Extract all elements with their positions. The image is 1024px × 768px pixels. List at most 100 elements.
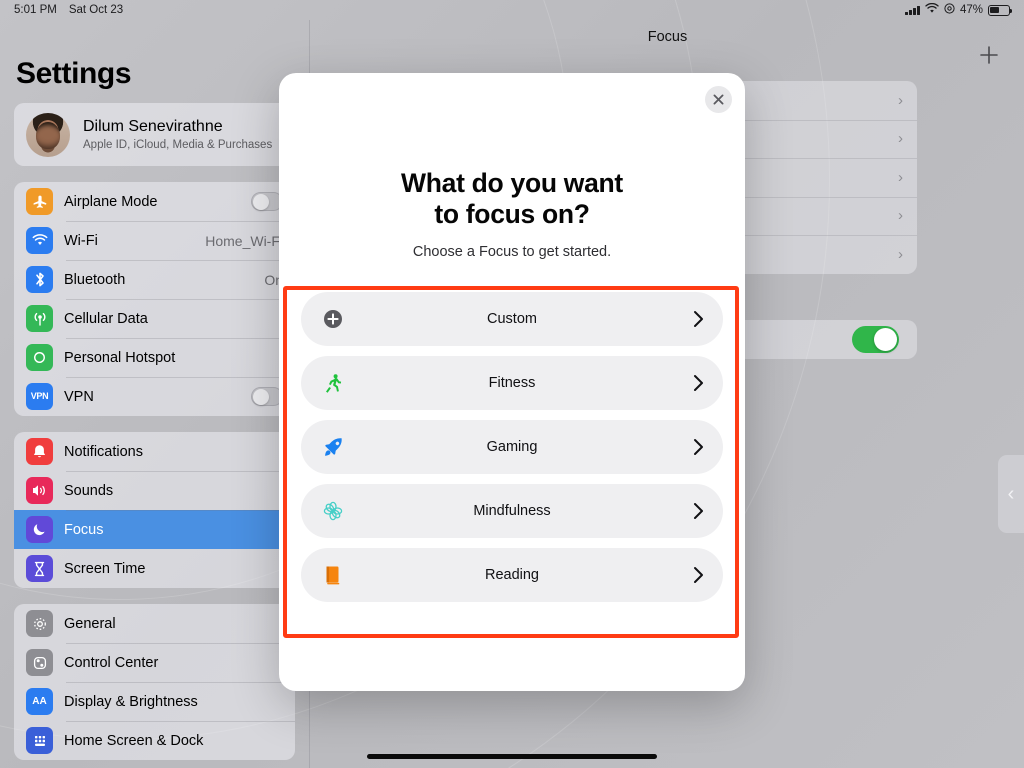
- status-time: 5:01 PM: [14, 4, 57, 16]
- personal-hotspot-icon: [26, 344, 53, 371]
- battery-icon: [988, 4, 1013, 16]
- sidebar-item-vpn[interactable]: VPN VPN: [14, 377, 295, 416]
- sidebar-item-focus[interactable]: Focus: [14, 510, 295, 549]
- airplane-icon: [26, 188, 53, 215]
- focus-option-gaming[interactable]: Gaming: [301, 420, 723, 475]
- vpn-icon: VPN: [26, 383, 53, 410]
- rotation-lock-icon: [944, 3, 955, 17]
- sidebar-item-general[interactable]: General: [14, 604, 295, 643]
- sidebar-item-cellular-data[interactable]: Cellular Data: [14, 299, 295, 338]
- page-title: Settings: [16, 57, 132, 90]
- wifi-icon: [925, 2, 939, 17]
- sidebar-item-home-screen-dock[interactable]: Home Screen & Dock: [14, 721, 295, 760]
- book-icon: [320, 562, 346, 588]
- focus-option-custom[interactable]: Custom: [301, 292, 723, 347]
- chevron-right-icon: [693, 502, 704, 520]
- home-indicator[interactable]: [367, 754, 657, 759]
- mindfulness-flower-icon: [320, 498, 346, 524]
- sidebar-item-label: Cellular Data: [64, 310, 148, 327]
- sidebar-item-label: Sounds: [64, 482, 114, 499]
- share-across-devices-toggle[interactable]: [852, 325, 899, 353]
- focus-option-mindfulness[interactable]: Mindfulness: [301, 484, 723, 539]
- sidebar-item-bluetooth[interactable]: Bluetooth On: [14, 260, 295, 299]
- modal-heading: What do you want to focus on?: [323, 168, 701, 229]
- chevron-right-icon: [693, 310, 704, 328]
- avatar: [26, 112, 70, 157]
- sidebar-item-label: Home Screen & Dock: [64, 732, 204, 749]
- modal-heading-line-2: to focus on?: [434, 198, 590, 229]
- detail-title: Focus: [647, 29, 688, 45]
- chevron-right-icon: ›: [898, 91, 903, 109]
- focus-option-label: Mindfulness: [473, 503, 551, 520]
- sidebar-item-control-center[interactable]: Control Center: [14, 643, 295, 682]
- focus-option-list: Custom Fitness Gaming Mindfulness Readin…: [301, 292, 723, 603]
- chevron-right-icon: [693, 566, 704, 584]
- wifi-value: Home_Wi-Fi: [205, 232, 283, 249]
- account-group: Dilum Senevirathne Apple ID, iCloud, Med…: [14, 103, 295, 166]
- sidebar-item-label: Display & Brightness: [64, 693, 198, 710]
- focus-option-label: Custom: [487, 311, 537, 328]
- sidebar-item-label: Personal Hotspot: [64, 349, 176, 366]
- chevron-right-icon: ›: [898, 168, 903, 186]
- focus-option-label: Gaming: [486, 439, 538, 456]
- sidebar-item-label: Airplane Mode: [64, 193, 158, 210]
- sidebar-item-label: Focus: [64, 521, 104, 538]
- general-gear-icon: [26, 610, 53, 637]
- battery-percent-label: 47%: [959, 4, 983, 16]
- notifications-group: Notifications Sounds Focus Screen Time: [14, 432, 295, 588]
- status-bar-left: 5:01 PM Sat Oct 23: [14, 4, 123, 16]
- settings-sidebar[interactable]: Settings Dilum Senevirathne Apple ID, iC…: [0, 20, 310, 768]
- notifications-bell-icon: [26, 438, 53, 465]
- sidebar-item-label: General: [64, 615, 116, 632]
- focus-setup-modal: What do you want to focus on? Choose a F…: [279, 73, 745, 691]
- sidebar-item-label: Bluetooth: [64, 271, 126, 288]
- sidebar-item-screen-time[interactable]: Screen Time: [14, 549, 295, 588]
- account-name: Dilum Senevirathne: [83, 118, 223, 135]
- modal-heading-line-1: What do you want: [401, 168, 623, 198]
- display-brightness-icon: AA: [26, 688, 53, 715]
- sidebar-item-label: VPN: [64, 388, 94, 405]
- focus-option-reading[interactable]: Reading: [301, 548, 723, 603]
- focus-option-fitness[interactable]: Fitness: [301, 356, 723, 411]
- connectivity-group: Airplane Mode Wi-Fi Home_Wi-Fi Bluetooth…: [14, 182, 295, 416]
- sidebar-item-label: Screen Time: [64, 560, 146, 577]
- wifi-icon: [26, 227, 53, 254]
- chevron-left-icon[interactable]: ‹: [998, 455, 1024, 533]
- chevron-right-icon: ›: [898, 245, 903, 263]
- sidebar-item-notifications[interactable]: Notifications: [14, 432, 295, 471]
- plus-circle-icon: [320, 306, 346, 332]
- sidebar-item-display-brightness[interactable]: AA Display & Brightness: [14, 682, 295, 721]
- screen-time-hourglass-icon: [26, 555, 53, 582]
- general-group: General Control Center AA Display & Brig…: [14, 604, 295, 760]
- focus-moon-icon: [26, 516, 53, 543]
- status-bar: 5:01 PM Sat Oct 23 47%: [0, 0, 1024, 20]
- sidebar-item-sounds[interactable]: Sounds: [14, 471, 295, 510]
- sidebar-item-label: Notifications: [64, 443, 143, 460]
- sidebar-item-label: Wi-Fi: [64, 232, 98, 249]
- chevron-right-icon: ›: [898, 130, 903, 148]
- ipad-screen: 5:01 PM Sat Oct 23 47% Settings Dilum Se…: [0, 0, 1024, 768]
- close-x-icon[interactable]: [705, 86, 732, 113]
- sounds-speaker-icon: [26, 477, 53, 504]
- cellular-signal-icon: [905, 5, 920, 15]
- status-bar-right: 47%: [905, 2, 1013, 17]
- account-subtitle: Apple ID, iCloud, Media & Purchases: [83, 139, 273, 151]
- account-text: Dilum Senevirathne Apple ID, iCloud, Med…: [83, 118, 272, 151]
- sidebar-item-airplane-mode[interactable]: Airplane Mode: [14, 182, 295, 221]
- rocket-icon: [320, 434, 346, 460]
- cellular-data-icon: [26, 305, 53, 332]
- sidebar-item-apple-account[interactable]: Dilum Senevirathne Apple ID, iCloud, Med…: [14, 103, 295, 166]
- chevron-right-icon: ›: [898, 207, 903, 225]
- control-center-icon: [26, 649, 53, 676]
- sidebar-item-label: Control Center: [64, 654, 159, 671]
- focus-option-label: Reading: [484, 567, 539, 584]
- chevron-right-icon: [693, 374, 704, 392]
- modal-subheading: Choose a Focus to get started.: [412, 244, 612, 261]
- sidebar-item-wifi[interactable]: Wi-Fi Home_Wi-Fi: [14, 221, 295, 260]
- bluetooth-icon: [26, 266, 53, 293]
- focus-option-label: Fitness: [488, 375, 536, 392]
- running-person-icon: [320, 370, 346, 396]
- plus-icon[interactable]: [976, 42, 1002, 68]
- sidebar-item-personal-hotspot[interactable]: Personal Hotspot: [14, 338, 295, 377]
- home-screen-dock-icon: [26, 727, 53, 754]
